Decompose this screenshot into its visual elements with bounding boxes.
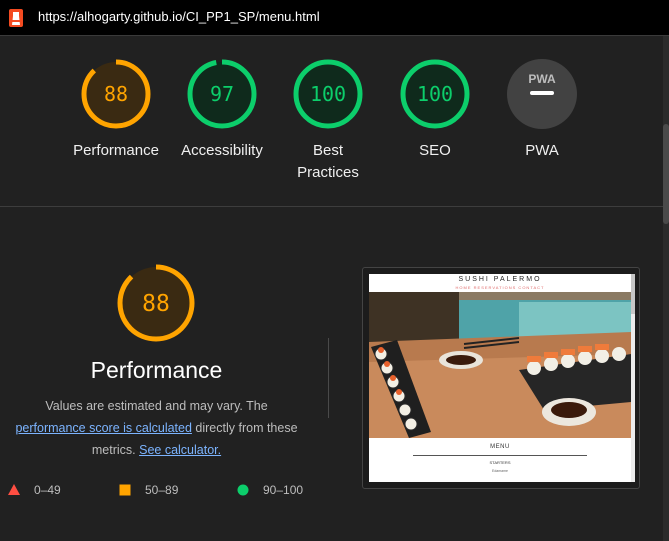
screenshot-scrollbar — [631, 274, 635, 482]
gauge-performance[interactable]: 88 Performance — [61, 58, 171, 162]
gauge-accessibility[interactable]: 97 Accessibility — [167, 58, 277, 162]
page-url[interactable]: https://alhogarty.github.io/CI_PP1_SP/me… — [38, 9, 320, 24]
svg-text:97: 97 — [210, 82, 234, 106]
gauge-best-practices[interactable]: 100 Best Practices — [273, 58, 383, 184]
svg-text:100: 100 — [417, 82, 453, 106]
page-screenshot-frame[interactable]: SUSHI PALERMO HOME RESERVATIONS CONTACT — [362, 267, 640, 489]
menu-section-starters: STARTERS — [489, 460, 511, 465]
lighthouse-icon — [9, 9, 23, 27]
performance-score-link[interactable]: performance score is calculated — [15, 421, 191, 435]
pwa-gauge-ring: PWA — [507, 59, 577, 129]
triangle-icon — [8, 484, 20, 495]
seo-gauge-ring: 100 — [400, 59, 470, 129]
performance-score-gauge: 88 — [117, 264, 195, 342]
svg-text:100: 100 — [310, 82, 346, 106]
page-screenshot: SUSHI PALERMO HOME RESERVATIONS CONTACT — [369, 274, 635, 482]
scrollbar[interactable] — [663, 36, 669, 541]
best-practices-gauge-ring: 100 — [293, 59, 363, 129]
svg-text:88: 88 — [142, 291, 170, 317]
category-gauges: 88 Performance 97 Accessibility 100 Best… — [0, 36, 663, 206]
menu-item: Edamame — [492, 469, 508, 473]
gauge-seo[interactable]: 100 SEO — [380, 58, 490, 162]
svg-text:88: 88 — [104, 82, 128, 106]
gauge-pwa[interactable]: PWA PWA — [487, 58, 597, 162]
performance-description: Values are estimated and may vary. The p… — [15, 399, 298, 457]
gauge-label: SEO — [419, 142, 451, 159]
browser-address-bar: https://alhogarty.github.io/CI_PP1_SP/me… — [0, 0, 669, 36]
gauge-label: Performance — [73, 142, 159, 159]
pwa-badge-text: PWA — [528, 72, 556, 86]
accessibility-gauge-ring: 97 — [187, 59, 257, 129]
vertical-divider — [328, 338, 329, 418]
see-calculator-link[interactable]: See calculator. — [139, 443, 221, 457]
gauge-label: Best Practices — [297, 142, 359, 181]
gauge-label: Accessibility — [181, 142, 263, 159]
square-icon — [119, 484, 131, 496]
site-nav: HOME RESERVATIONS CONTACT — [455, 285, 545, 290]
performance-section: 88 Performance Values are estimated and … — [0, 207, 663, 541]
performance-gauge-ring: 88 — [81, 59, 151, 129]
menu-underline — [413, 455, 587, 456]
sushi-hero-image — [369, 292, 631, 438]
performance-title: Performance — [90, 357, 223, 383]
circle-icon — [237, 484, 249, 496]
site-title: SUSHI PALERMO — [458, 276, 542, 283]
pwa-dash-icon — [530, 91, 554, 95]
gauge-label: PWA — [525, 142, 559, 159]
menu-heading: MENU — [490, 444, 510, 450]
